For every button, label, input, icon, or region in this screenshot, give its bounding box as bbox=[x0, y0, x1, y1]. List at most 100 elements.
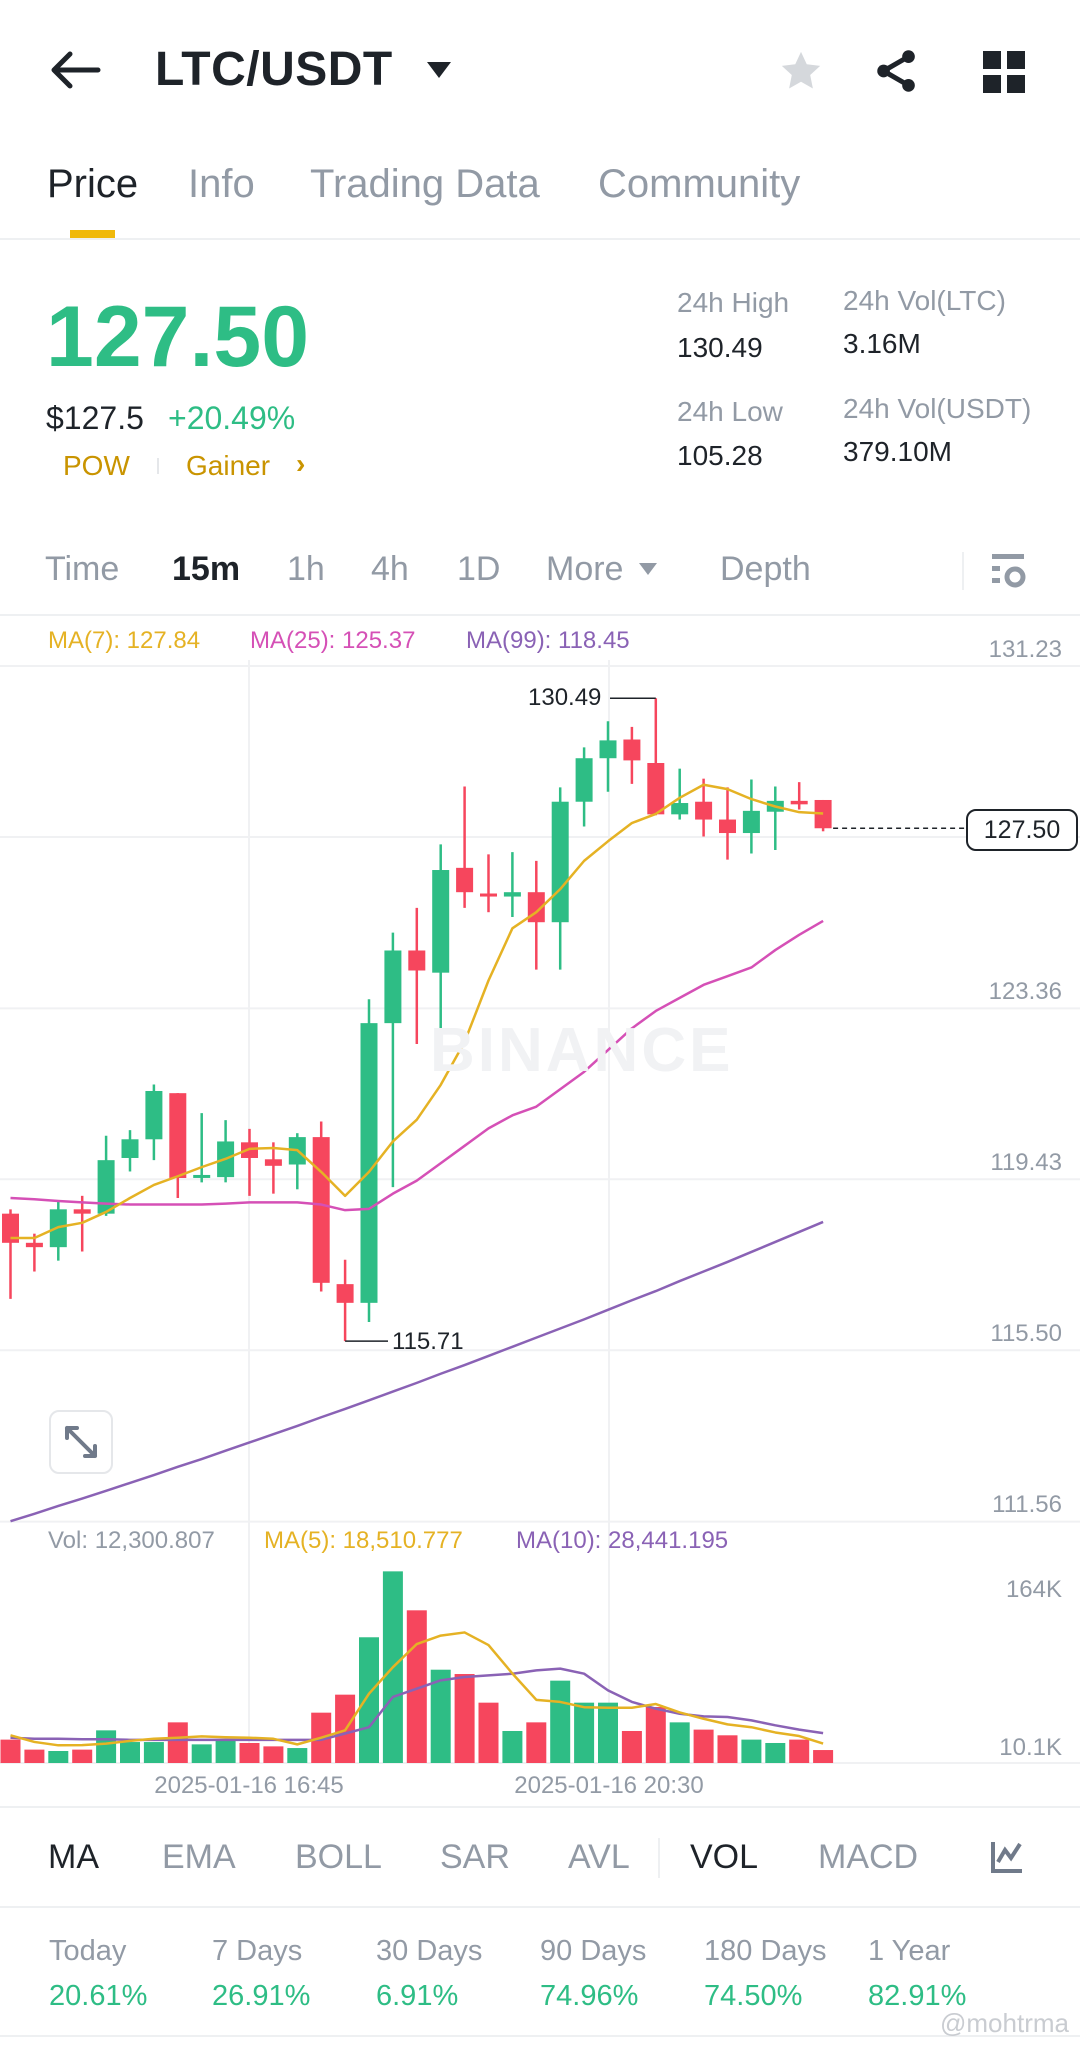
candle-body bbox=[384, 950, 402, 1024]
volume-bar bbox=[789, 1739, 810, 1763]
candle-body bbox=[264, 1159, 282, 1166]
candle-body bbox=[742, 810, 760, 834]
volume-bar bbox=[526, 1722, 547, 1763]
candle-body bbox=[25, 1242, 43, 1248]
candle-body bbox=[456, 867, 474, 893]
candle-body bbox=[575, 758, 593, 802]
volume-bar bbox=[72, 1749, 93, 1763]
volume-bar bbox=[574, 1702, 595, 1763]
fullscreen-button[interactable] bbox=[49, 1410, 113, 1474]
candle-body bbox=[145, 1090, 163, 1140]
volume-bar bbox=[96, 1730, 117, 1763]
credit-watermark: @mohtrma bbox=[940, 2008, 1069, 2038]
legend-ma7: MA(7): 127.84 bbox=[48, 627, 201, 654]
volume-bar bbox=[693, 1729, 714, 1763]
indicator-avl[interactable]: AVL bbox=[568, 1838, 630, 1877]
volume-bar bbox=[813, 1750, 834, 1763]
indicator-sar[interactable]: SAR bbox=[440, 1838, 510, 1877]
volume-bar bbox=[502, 1730, 523, 1763]
time-tick: 2025-01-16 16:45 bbox=[154, 1772, 344, 1799]
price-tick: 115.50 bbox=[990, 1320, 1062, 1347]
indicator-vol[interactable]: VOL bbox=[690, 1838, 758, 1877]
volume-bar bbox=[263, 1746, 284, 1763]
price-tick: 119.43 bbox=[990, 1149, 1062, 1176]
divider bbox=[0, 2035, 1080, 2037]
indicator-ema[interactable]: EMA bbox=[162, 1838, 236, 1877]
period-value: 74.96% bbox=[540, 1980, 639, 2012]
divider bbox=[0, 1806, 1080, 1808]
candle-body bbox=[790, 800, 808, 805]
candle-body bbox=[193, 1174, 211, 1178]
low-marker-label: 115.71 bbox=[392, 1328, 464, 1355]
volume-bar bbox=[765, 1742, 786, 1763]
volume-bar bbox=[167, 1722, 188, 1763]
volume-bar bbox=[454, 1674, 475, 1763]
legend-vol: Vol: 12,300.807 bbox=[48, 1527, 215, 1554]
watermark: BINANCE bbox=[430, 1016, 734, 1085]
price-tick: 123.36 bbox=[988, 978, 1062, 1005]
volume-bar bbox=[48, 1750, 69, 1763]
candle-body bbox=[719, 819, 736, 834]
indicator-macd[interactable]: MACD bbox=[818, 1838, 918, 1877]
volume-bar bbox=[215, 1739, 236, 1763]
candle-body bbox=[671, 803, 689, 815]
volume-bar bbox=[359, 1637, 379, 1763]
indicator-ma[interactable]: MA bbox=[48, 1838, 99, 1877]
high-marker-label: 130.49 bbox=[528, 684, 602, 711]
period-label: 90 Days bbox=[540, 1935, 647, 1967]
volume-bar bbox=[717, 1735, 738, 1763]
price-tick: 131.23 bbox=[988, 636, 1062, 663]
candle-body bbox=[695, 801, 713, 820]
candle-body bbox=[336, 1284, 354, 1303]
period-value: 20.61% bbox=[49, 1980, 148, 2012]
indicator-settings-icon[interactable] bbox=[990, 1840, 1024, 1874]
candle-body bbox=[97, 1160, 115, 1214]
period-label: 30 Days bbox=[376, 1935, 483, 1967]
period-label: 180 Days bbox=[704, 1935, 827, 1967]
candle-body bbox=[551, 801, 569, 923]
candle-body bbox=[480, 893, 497, 897]
volume-bar bbox=[669, 1722, 690, 1763]
volume-tick: 164K bbox=[1005, 1576, 1062, 1603]
volume-bar bbox=[621, 1730, 642, 1763]
candle-body bbox=[312, 1137, 330, 1283]
time-tick: 2025-01-16 20:30 bbox=[514, 1772, 704, 1799]
period-label: 1 Year bbox=[868, 1935, 951, 1967]
volume-bar bbox=[645, 1706, 666, 1763]
volume-bar bbox=[239, 1742, 260, 1763]
candle-body bbox=[623, 739, 641, 761]
legend-ma25: MA(25): 125.37 bbox=[250, 627, 416, 654]
legend-vol-ma10: MA(10): 28,441.195 bbox=[516, 1527, 729, 1554]
indicator-boll[interactable]: BOLL bbox=[295, 1838, 382, 1877]
candle-body bbox=[408, 950, 426, 971]
legend-vol-ma5: MA(5): 18,510.777 bbox=[264, 1527, 463, 1554]
volume-bar bbox=[287, 1748, 308, 1763]
candle-body bbox=[647, 763, 665, 815]
volume-bar bbox=[120, 1742, 140, 1763]
period-label: Today bbox=[49, 1935, 127, 1967]
candle-body bbox=[73, 1209, 91, 1214]
volume-bar bbox=[598, 1702, 618, 1763]
divider-vertical bbox=[658, 1838, 660, 1878]
legend-ma99: MA(99): 118.45 bbox=[466, 627, 630, 654]
candle-body bbox=[503, 892, 521, 897]
divider bbox=[0, 1906, 1080, 1908]
volume-bar bbox=[0, 1739, 21, 1763]
candle-body bbox=[599, 740, 617, 759]
candle-body bbox=[169, 1093, 187, 1178]
volume-bar bbox=[24, 1749, 45, 1763]
ma99-line bbox=[10, 1220, 824, 1523]
period-value: 26.91% bbox=[212, 1980, 311, 2012]
volume-bar bbox=[191, 1744, 212, 1763]
expand-icon bbox=[65, 1426, 97, 1458]
period-value: 6.91% bbox=[376, 1980, 459, 2012]
candle-body bbox=[432, 870, 450, 973]
candle-body bbox=[121, 1139, 139, 1158]
current-price-label: 127.50 bbox=[966, 809, 1078, 851]
volume-bar bbox=[741, 1739, 762, 1763]
period-label: 7 Days bbox=[212, 1935, 303, 1967]
period-value: 74.50% bbox=[704, 1980, 803, 2012]
volume-bar bbox=[143, 1742, 164, 1763]
volume-bar bbox=[550, 1680, 571, 1763]
volume-tick: 10.1K bbox=[999, 1734, 1062, 1761]
